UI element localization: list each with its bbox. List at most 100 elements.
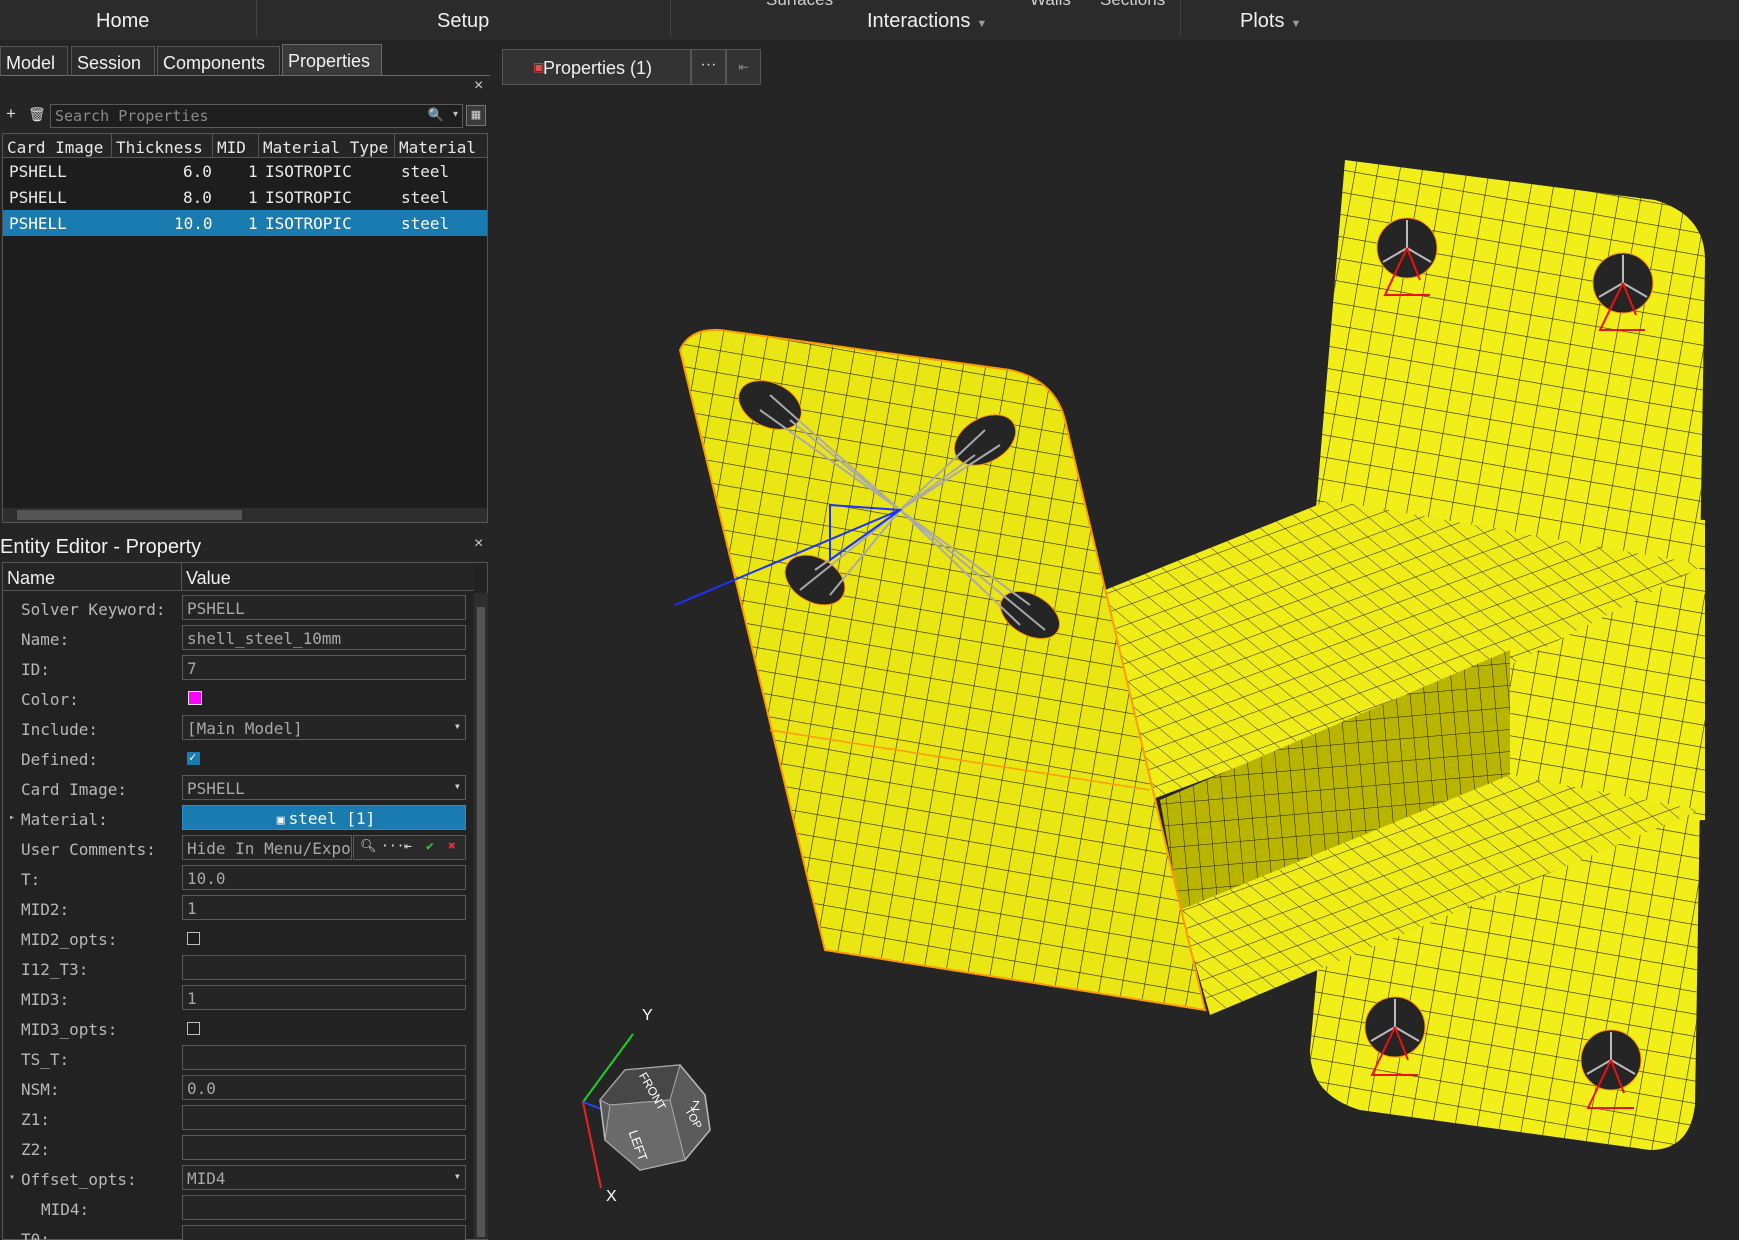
ribbon-plots[interactable]: Plots ▼ — [1240, 10, 1301, 33]
user-comments-toolbar: 🔍︎ ··· ⇤ ✔ ✖ — [353, 835, 466, 860]
material-value: steel [1] — [288, 809, 376, 828]
mid2-field[interactable]: 1 — [182, 895, 466, 920]
col-header-thickness[interactable]: Thickness — [112, 134, 213, 158]
offset-opts-dropdown[interactable]: MID4 — [182, 1165, 466, 1190]
t-field[interactable]: 10.0 — [182, 865, 466, 890]
axis-triad[interactable]: Y X FRONT LEFT TOP Z — [582, 1007, 711, 1205]
field-t0: T0: — [3, 1223, 473, 1240]
ribbon-setup[interactable]: Setup — [437, 10, 489, 33]
field-card-image: Card Image: PSHELL — [3, 773, 473, 803]
tabs-divider — [0, 75, 490, 76]
z1-field[interactable] — [182, 1105, 466, 1130]
vertical-scrollbar[interactable] — [474, 593, 488, 1239]
material-icon: ▣ — [276, 813, 285, 828]
ribbon-divider — [256, 0, 257, 36]
field-name: Name: shell_steel_10mm — [3, 623, 473, 653]
col-header-mid[interactable]: MID — [213, 134, 259, 158]
entity-editor: Name Value Solver Keyword: PSHELL Name: … — [2, 562, 488, 1240]
close-icon[interactable]: × — [474, 77, 483, 95]
tab-properties[interactable]: Properties — [282, 44, 382, 76]
mid3-field[interactable]: 1 — [182, 985, 466, 1010]
axis-x-label: X — [606, 1188, 617, 1205]
horizontal-scrollbar[interactable] — [3, 508, 487, 522]
mid2-opts-checkbox[interactable] — [187, 932, 200, 945]
tab-model[interactable]: Model — [0, 46, 68, 76]
mid4-field[interactable] — [182, 1195, 466, 1220]
tab-session[interactable]: Session — [71, 46, 155, 76]
solver-keyword-field[interactable]: PSHELL — [182, 595, 466, 620]
ribbon-divider — [1180, 0, 1181, 36]
cell-card-image: PSHELL — [9, 188, 67, 207]
cell-thickness: 10.0 — [174, 214, 213, 233]
scrollbar-thumb[interactable] — [477, 607, 485, 1237]
field-solver-keyword: Solver Keyword: PSHELL — [3, 593, 473, 623]
field-offset-opts: ▾ Offset_opts: MID4 — [3, 1163, 473, 1193]
more-icon[interactable]: ··· — [381, 839, 404, 854]
more-options-button[interactable]: ··· — [691, 49, 726, 85]
field-defined: Defined: — [3, 743, 473, 773]
field-label: Z1: — [21, 1110, 50, 1129]
pin-icon[interactable]: ⇤ — [404, 839, 412, 854]
field-label: MID2: — [21, 900, 70, 919]
id-field[interactable]: 7 — [182, 655, 466, 680]
user-comments-field[interactable]: Hide In Menu/Export — [182, 835, 352, 860]
trash-icon[interactable]: 🗑 — [28, 106, 46, 123]
ts-t-field[interactable] — [182, 1045, 466, 1070]
search-icon[interactable]: 🔍 — [428, 107, 444, 123]
properties-icon: ▣ — [533, 60, 545, 74]
mid3-opts-checkbox[interactable] — [187, 1022, 200, 1035]
field-label: MID2_opts: — [21, 930, 118, 949]
col-header-material[interactable]: Material — [395, 134, 487, 158]
field-z2: Z2: — [3, 1133, 473, 1163]
field-label: Offset_opts: — [21, 1170, 137, 1189]
graphics-viewport[interactable]: Y X FRONT LEFT TOP Z — [490, 90, 1739, 1240]
viewport-tab-properties[interactable]: ▣ Properties (1) — [502, 49, 691, 85]
collapse-arrow-icon[interactable]: ▾ — [9, 1172, 15, 1183]
search-input[interactable] — [51, 105, 431, 127]
pin-icon[interactable]: ⇤ — [726, 49, 761, 85]
expand-arrow-icon[interactable]: ▸ — [9, 812, 15, 823]
material-selector[interactable]: ▣ steel [1] — [182, 805, 466, 830]
table-row[interactable]: PSHELL 8.0 1 ISOTROPIC steel — [3, 184, 487, 210]
ribbon-interactions[interactable]: Interactions ▼ — [867, 10, 987, 33]
table-row[interactable]: PSHELL 6.0 1 ISOTROPIC steel — [3, 158, 487, 184]
check-icon[interactable]: ✔ — [426, 839, 434, 854]
search-icon[interactable]: 🔍︎ — [360, 839, 377, 854]
close-icon[interactable]: × — [474, 535, 483, 553]
browser-tabs: Model Session Components Properties — [0, 44, 490, 76]
column-settings-icon[interactable]: ▦ — [466, 105, 486, 126]
defined-checkbox[interactable] — [187, 750, 200, 765]
ribbon-home-label: Home — [96, 10, 150, 32]
tab-components[interactable]: Components — [157, 46, 280, 76]
color-swatch[interactable] — [188, 691, 202, 705]
scrollbar-thumb[interactable] — [17, 510, 242, 520]
cell-mid: 1 — [248, 162, 258, 181]
include-dropdown[interactable]: [Main Model] — [182, 715, 466, 740]
ribbon-plots-label: Plots — [1240, 10, 1285, 32]
field-mid4: MID4: — [3, 1193, 473, 1223]
search-box: 🔍 ▾ — [50, 104, 463, 128]
chevron-down-icon[interactable]: ▾ — [453, 109, 458, 120]
field-mid2: MID2: 1 — [3, 893, 473, 923]
ribbon-cut-label: Sections — [1100, 0, 1165, 10]
ribbon-home[interactable]: Home — [96, 10, 149, 33]
field-label: Include: — [21, 720, 99, 739]
add-icon[interactable]: + — [6, 104, 16, 124]
i12-t3-field[interactable] — [182, 955, 466, 980]
entity-editor-title: Entity Editor - Property — [0, 536, 202, 558]
field-label: Card Image: — [21, 780, 127, 799]
nsm-field[interactable]: 0.0 — [182, 1075, 466, 1100]
card-image-dropdown[interactable]: PSHELL — [182, 775, 466, 800]
z2-field[interactable] — [182, 1135, 466, 1160]
col-header-material-type[interactable]: Material Type — [259, 134, 395, 158]
t0-field[interactable] — [182, 1225, 466, 1240]
table-row-selected[interactable]: PSHELL 10.0 1 ISOTROPIC steel — [3, 210, 487, 236]
field-t: T: 10.0 — [3, 863, 473, 893]
cell-material: steel — [401, 188, 450, 207]
col-header-card-image[interactable]: Card Image — [3, 134, 112, 158]
field-ts-t: TS_T: — [3, 1043, 473, 1073]
field-color: Color: — [3, 683, 473, 713]
name-field[interactable]: shell_steel_10mm — [182, 625, 466, 650]
cell-material-type: ISOTROPIC — [265, 162, 352, 181]
close-icon[interactable]: ✖ — [448, 839, 456, 854]
